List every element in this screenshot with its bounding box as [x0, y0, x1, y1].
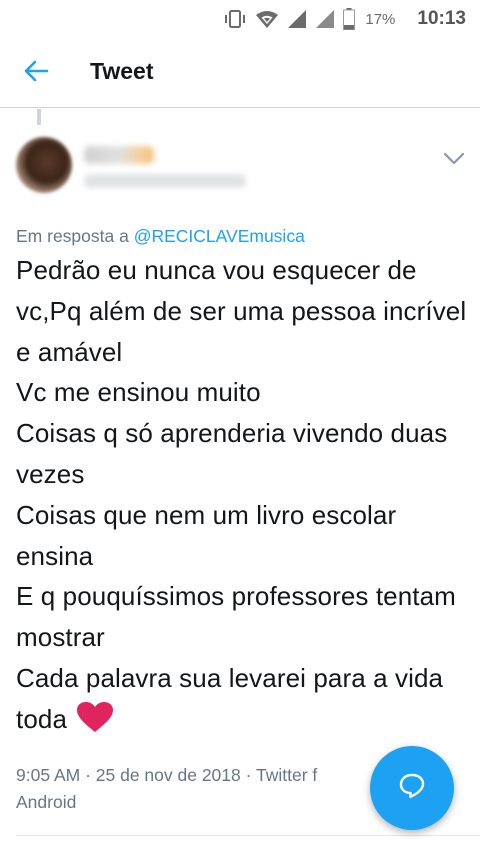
- divider: [16, 835, 480, 836]
- reply-fab-button[interactable]: [370, 746, 454, 830]
- arrow-left-icon: [23, 60, 49, 87]
- author-name-redacted[interactable]: [84, 146, 154, 164]
- heart-emoji: [76, 701, 114, 745]
- tweet-meta: 9:05 AM · 25 de nov de 2018 · Twitter f …: [16, 762, 376, 816]
- page-title: Tweet: [90, 58, 154, 84]
- signal-icon-2: [315, 9, 335, 29]
- source-line: Android: [16, 792, 77, 812]
- battery-icon: [343, 8, 356, 30]
- app-bar: Tweet: [0, 38, 480, 108]
- chevron-down-icon: [443, 152, 465, 171]
- battery-percent: 17%: [365, 10, 396, 28]
- status-bar: 17% 10:13: [0, 0, 480, 38]
- reply-bubble-icon: [397, 771, 427, 806]
- thread-connector: [37, 109, 41, 125]
- tweet-menu-button[interactable]: [440, 150, 468, 172]
- reply-prefix: Em resposta a: [16, 226, 134, 246]
- back-button[interactable]: [16, 57, 56, 89]
- avatar[interactable]: [16, 137, 72, 193]
- vibrate-icon: [223, 9, 247, 29]
- wifi-icon: [255, 9, 279, 29]
- timestamp-line: 9:05 AM · 25 de nov de 2018 · Twitter f: [16, 765, 318, 785]
- signal-icon: [287, 9, 307, 29]
- status-icons: 17%: [223, 8, 395, 30]
- clock: 10:13: [417, 8, 466, 29]
- author-handle-redacted[interactable]: [84, 174, 246, 188]
- tweet-text-container: Pedrão eu nunca vou esquecer de vc,Pq al…: [16, 250, 471, 745]
- reply-to-handle[interactable]: @RECICLAVEmusica: [134, 226, 305, 246]
- tweet-text: Pedrão eu nunca vou esquecer de vc,Pq al…: [16, 255, 467, 734]
- reply-context: Em resposta a @RECICLAVEmusica: [16, 226, 305, 247]
